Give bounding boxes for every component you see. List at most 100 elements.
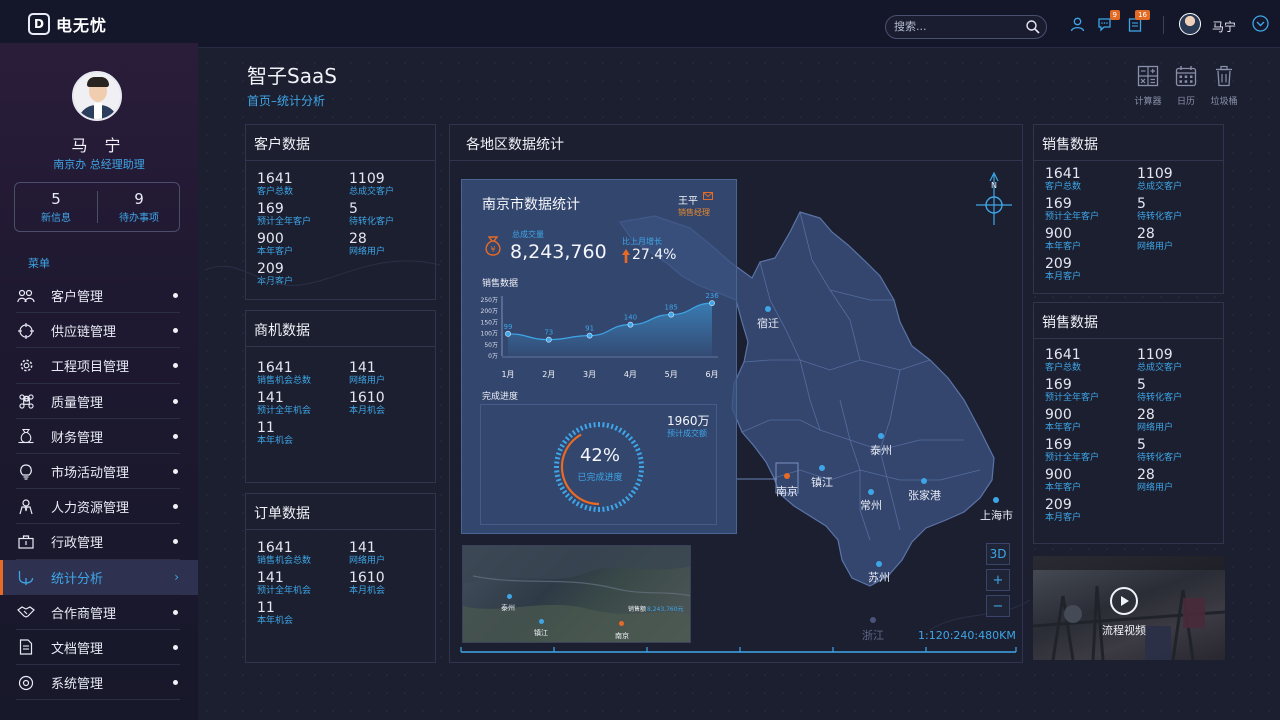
sales-point[interactable]: [668, 311, 675, 318]
city-zhenjiang[interactable]: 镇江: [811, 474, 833, 490]
stat-value: 209: [1045, 256, 1072, 272]
stat-item: 11 本年机会: [257, 601, 293, 627]
stat-label: 销售机会总数: [257, 556, 312, 566]
sidebar-item-10[interactable]: 文档管理: [0, 630, 198, 666]
sidebar-item-label: 统计分析: [51, 571, 104, 587]
y-tick-label: 150万: [481, 319, 498, 326]
logo-mark: D: [28, 13, 50, 35]
city-dot-changzhou[interactable]: [868, 489, 874, 495]
play-button[interactable]: [1110, 587, 1138, 615]
profile-avatar[interactable]: [72, 71, 122, 121]
city-taizhou[interactable]: 泰州: [870, 442, 892, 458]
progress-tick: [575, 427, 580, 433]
progress-tick: [606, 422, 610, 429]
city-dot-suqian[interactable]: [765, 306, 771, 312]
map-panel-title: 各地区数据统计: [466, 137, 564, 153]
sidebar-item-9[interactable]: 合作商管理: [0, 595, 198, 631]
trash-button[interactable]: 垃圾桶: [1204, 65, 1244, 107]
sidebar-item-6[interactable]: 人力资源管理: [0, 489, 198, 525]
city-zhangjiagang[interactable]: 张家港: [908, 487, 941, 503]
minimap-dot-taizhou: [507, 594, 512, 599]
sidebar-item-7[interactable]: 行政管理: [0, 524, 198, 560]
customer-panel-title: 客户数据: [254, 137, 310, 153]
sidebar-item-4[interactable]: 财务管理: [0, 419, 198, 455]
stat-value: 1641: [257, 171, 293, 187]
progress-tick: [628, 493, 634, 498]
city-dot-suzhou[interactable]: [876, 561, 882, 567]
search-input[interactable]: [894, 20, 1019, 33]
sales-point[interactable]: [545, 336, 552, 343]
stat-item: 1641 客户总数: [257, 172, 293, 198]
app-logo[interactable]: D 电无忧: [28, 12, 107, 36]
search-icon[interactable]: [1025, 19, 1041, 35]
city-dot-zhenjiang[interactable]: [819, 465, 825, 471]
tasks-button[interactable]: 16: [1128, 10, 1150, 36]
sidebar-item-2[interactable]: 工程项目管理: [0, 348, 198, 384]
menu-dot-icon: [173, 644, 178, 650]
minimap-terrain: [463, 546, 690, 642]
progress-tick: [562, 489, 568, 495]
sales-point[interactable]: [709, 300, 715, 307]
progress-tick: [568, 432, 573, 438]
stat-item: 1610 本月机会: [349, 391, 385, 417]
menu-title: 菜单: [28, 257, 50, 270]
stat-item: 1109 总成交客户: [1137, 167, 1182, 193]
sidebar-item-8[interactable]: 统计分析 ›: [0, 559, 198, 595]
stat-label: 总成交客户: [1137, 363, 1183, 373]
sidebar-item-label: 客户管理: [51, 290, 104, 306]
sales-point[interactable]: [505, 330, 511, 337]
city-nanjing[interactable]: 南京: [776, 483, 798, 499]
mail-icon[interactable]: [703, 192, 713, 200]
city-dot-taizhou[interactable]: [878, 433, 884, 439]
todos-stat[interactable]: 9 待办事项: [98, 190, 180, 224]
progress-tick: [614, 503, 619, 509]
zoom-out-button[interactable]: −: [986, 595, 1010, 617]
sidebar-item-0[interactable]: 客户管理: [0, 278, 198, 314]
city-dot-zhangjiagang[interactable]: [921, 478, 927, 484]
stat-item: 141 网络用户: [349, 541, 385, 567]
stat-item: 5 待转化客户: [1137, 378, 1182, 404]
sidebar-item-11[interactable]: 系统管理: [0, 665, 198, 701]
city-suqian[interactable]: 宿迁: [757, 315, 779, 331]
progress-text: 已完成进度: [577, 473, 623, 483]
calendar-button[interactable]: 日历: [1166, 65, 1206, 107]
progress-tick: [575, 501, 580, 507]
minimap-note-label: 销售额: [628, 606, 647, 613]
money-bag-icon: ¥: [485, 236, 501, 256]
messages-button[interactable]: 9: [1097, 10, 1120, 36]
zoom-in-button[interactable]: +: [986, 569, 1010, 591]
sidebar-item-1[interactable]: 供应链管理: [0, 313, 198, 349]
sidebar-item-5[interactable]: 市场活动管理: [0, 454, 198, 490]
3d-toggle-button[interactable]: 3D: [986, 543, 1010, 565]
stat-item: 1641 客户总数: [1045, 348, 1081, 374]
play-icon: [1121, 596, 1129, 606]
satellite-minimap[interactable]: 泰州 镇江 南京 销售额 8,243,760元: [462, 545, 691, 643]
sales-point[interactable]: [627, 321, 634, 328]
menu-dot-icon: [173, 680, 178, 686]
gear-icon: [17, 357, 35, 375]
city-dot-nanjing[interactable]: [784, 473, 790, 479]
search-box[interactable]: [885, 15, 1047, 39]
top-avatar[interactable]: [1179, 13, 1201, 35]
city-dot-shanghai[interactable]: [993, 497, 999, 503]
top-user-name[interactable]: 马宁: [1212, 18, 1236, 35]
new-messages-stat[interactable]: 5 新信息: [15, 190, 97, 224]
progress-tick: [625, 432, 630, 438]
city-changzhou[interactable]: 常州: [860, 497, 882, 513]
city-shanghai[interactable]: 上海市: [980, 507, 1013, 523]
city-suzhou[interactable]: 苏州: [868, 569, 890, 585]
sales-point[interactable]: [586, 332, 593, 339]
user-icon[interactable]: [1070, 17, 1085, 32]
progress-tick: [633, 443, 639, 448]
sidebar-item-3[interactable]: 质量管理: [0, 384, 198, 419]
calculator-button[interactable]: 计算器: [1128, 65, 1168, 107]
stat-item: 1641 销售机会总数: [257, 361, 311, 387]
sales-panel-2-title: 销售数据: [1042, 315, 1098, 331]
progress-tick: [637, 456, 644, 460]
chevron-down-icon[interactable]: [1252, 15, 1269, 32]
x-tick-label: 2月: [542, 370, 555, 379]
breadcrumb[interactable]: 首页–统计分析: [247, 92, 325, 109]
stat-value: 1610: [349, 570, 385, 586]
briefcase-icon: [17, 533, 35, 551]
stat-value: 1610: [349, 390, 385, 406]
